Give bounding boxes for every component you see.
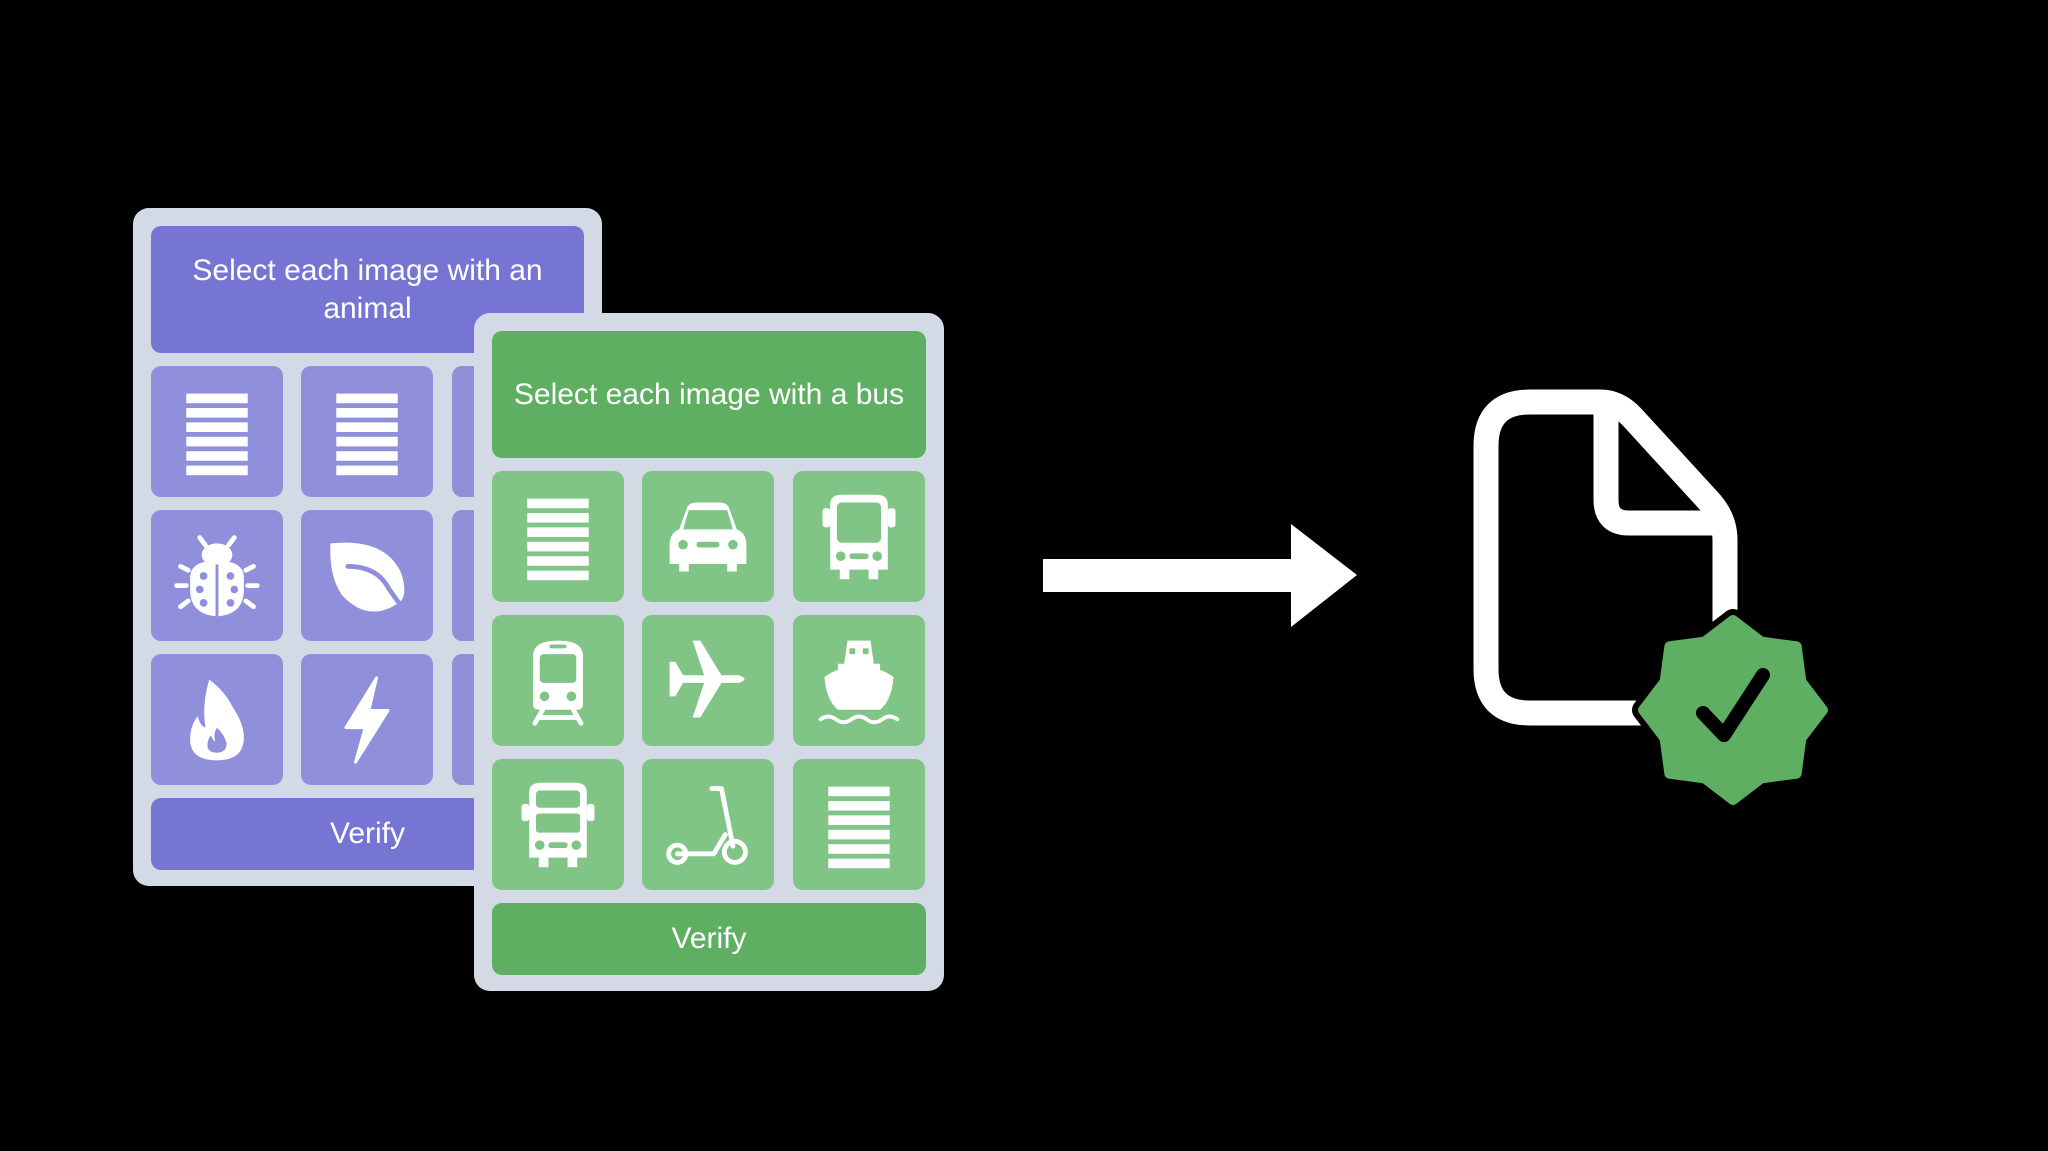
text-lines-icon <box>186 393 248 475</box>
captcha-prompt: Select each image with a bus <box>492 331 926 458</box>
checkmark-icon <box>1696 668 1770 742</box>
captcha-tile[interactable] <box>793 759 925 890</box>
captcha-tile[interactable] <box>151 366 283 497</box>
text-lines-icon <box>828 786 890 868</box>
captcha-tile[interactable] <box>301 366 433 497</box>
ferry-icon <box>818 640 900 724</box>
captcha-tile[interactable] <box>492 615 624 746</box>
captcha-tile[interactable] <box>151 510 283 641</box>
bus-icon <box>822 494 896 579</box>
ladybug-icon <box>174 534 260 616</box>
verified-document-icon <box>1473 389 1834 811</box>
bolt-icon <box>344 675 390 764</box>
captcha-tile[interactable] <box>793 615 925 746</box>
airplane-icon <box>669 640 745 717</box>
captcha-tile[interactable] <box>301 510 433 641</box>
verify-button[interactable]: Verify <box>492 903 926 975</box>
right-arrow-icon <box>1043 524 1357 627</box>
bus-double-decker-icon <box>521 782 595 867</box>
captcha-tile[interactable] <box>492 759 624 890</box>
bus-captcha-panel: Select each image with a bus Verify <box>474 313 944 991</box>
captcha-tile[interactable] <box>151 654 283 785</box>
captcha-tile[interactable] <box>793 471 925 602</box>
text-lines-icon <box>527 498 589 580</box>
flame-icon <box>190 679 244 760</box>
badge-outline <box>1632 609 1834 811</box>
captcha-tile[interactable] <box>492 471 624 602</box>
leaf-icon <box>330 542 406 612</box>
tram-icon <box>532 640 584 726</box>
captcha-tile[interactable] <box>642 759 774 890</box>
captcha-tile[interactable] <box>642 471 774 602</box>
text-lines-icon <box>336 393 398 475</box>
car-icon <box>669 501 747 572</box>
captcha-tile[interactable] <box>642 615 774 746</box>
document-icon <box>1473 389 1738 726</box>
seal-shape <box>1638 615 1828 805</box>
captcha-tile[interactable] <box>301 654 433 785</box>
checkmark-seal-icon <box>1632 609 1834 811</box>
scooter-icon <box>666 785 748 865</box>
